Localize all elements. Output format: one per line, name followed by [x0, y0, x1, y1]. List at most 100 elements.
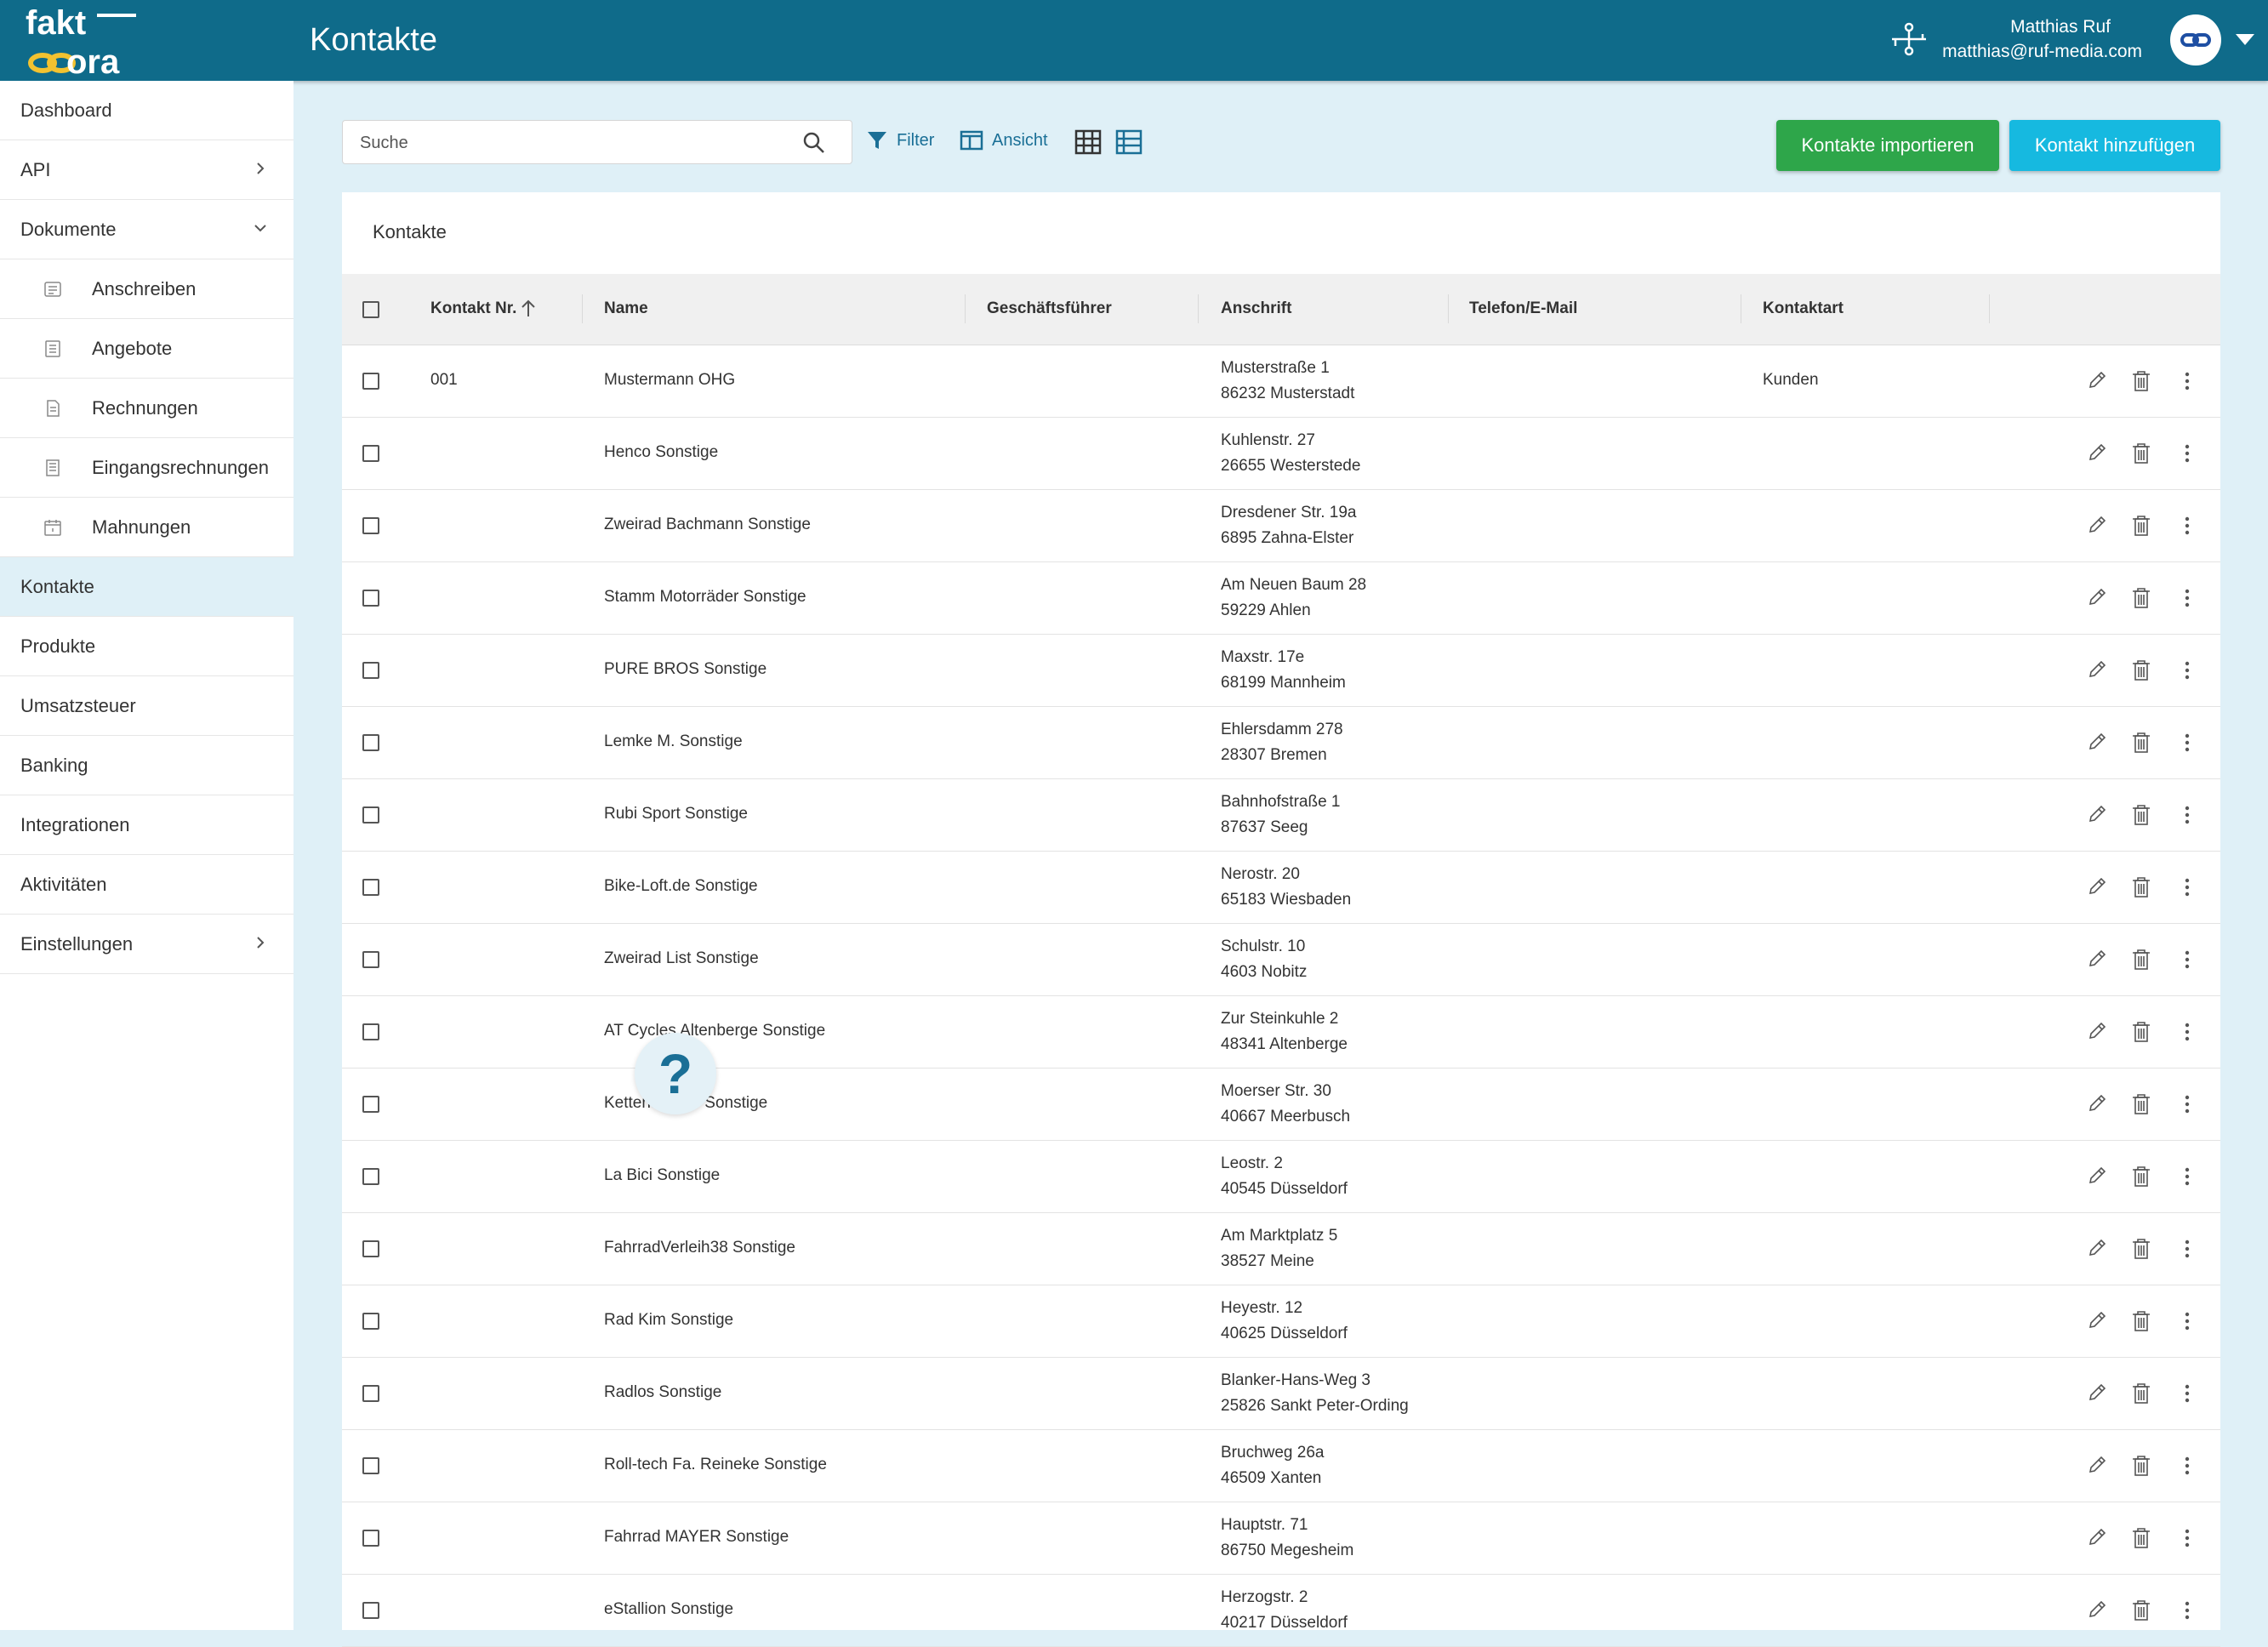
column-header-kontaktart[interactable]: Kontaktart: [1763, 299, 1843, 318]
table-row[interactable]: FahrradVerleih38 Sonstige Am Marktplatz 5…: [342, 1213, 2220, 1285]
edit-pencil-icon[interactable]: [2086, 658, 2108, 682]
table-row[interactable]: Roll-tech Fa. Reineke Sonstige Bruchweg 2…: [342, 1430, 2220, 1502]
more-vertical-icon[interactable]: [2176, 1454, 2198, 1478]
delete-trash-icon[interactable]: [2130, 1309, 2152, 1333]
table-row[interactable]: Henco Sonstige Kuhlenstr. 27 26655 Westers…: [342, 418, 2220, 490]
more-vertical-icon[interactable]: [2176, 803, 2198, 827]
sidebar-item-dashboard[interactable]: Dashboard: [0, 81, 293, 140]
sidebar-item-kontakte[interactable]: Kontakte: [0, 557, 293, 617]
table-row[interactable]: Zweirad Bachmann Sonstige Dresdener Str. …: [342, 490, 2220, 562]
delete-trash-icon[interactable]: [2130, 1526, 2152, 1550]
sidebar-item-dokumente[interactable]: Dokumente: [0, 200, 293, 259]
delete-trash-icon[interactable]: [2130, 803, 2152, 827]
delete-trash-icon[interactable]: [2130, 658, 2152, 682]
column-header-telefon[interactable]: Telefon/E-Mail: [1469, 299, 1577, 318]
table-row[interactable]: Rad Kim Sonstige Heyestr. 12 40625 Düsseld…: [342, 1285, 2220, 1358]
view-button[interactable]: Ansicht: [960, 129, 1048, 151]
table-row[interactable]: Zweirad List Sonstige Schulstr. 10 4603 No…: [342, 924, 2220, 996]
delete-trash-icon[interactable]: [2130, 442, 2152, 465]
user-menu-caret-icon[interactable]: [2236, 34, 2254, 45]
row-checkbox[interactable]: [362, 1168, 379, 1185]
edit-pencil-icon[interactable]: [2086, 1454, 2108, 1478]
edit-pencil-icon[interactable]: [2086, 1599, 2108, 1622]
row-checkbox[interactable]: [362, 806, 379, 824]
more-vertical-icon[interactable]: [2176, 442, 2198, 465]
sidebar-item-api[interactable]: API: [0, 140, 293, 200]
sidebar-item-mahnungen[interactable]: Mahnungen: [0, 498, 293, 557]
delete-trash-icon[interactable]: [2130, 586, 2152, 610]
more-vertical-icon[interactable]: [2176, 658, 2198, 682]
table-row[interactable]: eStallion Sonstige Herzogstr. 2 40217 Düss…: [342, 1575, 2220, 1647]
more-vertical-icon[interactable]: [2176, 1165, 2198, 1188]
sidebar-item-angebote[interactable]: Angebote: [0, 319, 293, 379]
delete-trash-icon[interactable]: [2130, 1092, 2152, 1116]
select-all-checkbox[interactable]: [362, 301, 379, 318]
row-checkbox[interactable]: [362, 373, 379, 390]
edit-pencil-icon[interactable]: [2086, 731, 2108, 755]
search-icon[interactable]: [802, 131, 826, 155]
edit-pencil-icon[interactable]: [2086, 1092, 2108, 1116]
delete-trash-icon[interactable]: [2130, 1020, 2152, 1044]
more-vertical-icon[interactable]: [2176, 369, 2198, 393]
sidebar-item-produkte[interactable]: Produkte: [0, 617, 293, 676]
more-vertical-icon[interactable]: [2176, 1526, 2198, 1550]
search-input[interactable]: [358, 129, 787, 157]
grid-view-icon[interactable]: [1074, 129, 1102, 155]
more-vertical-icon[interactable]: [2176, 1020, 2198, 1044]
network-icon[interactable]: [1889, 22, 1929, 56]
edit-pencil-icon[interactable]: [2086, 803, 2108, 827]
edit-pencil-icon[interactable]: [2086, 586, 2108, 610]
more-vertical-icon[interactable]: [2176, 514, 2198, 538]
row-checkbox[interactable]: [362, 1023, 379, 1040]
list-view-icon[interactable]: [1115, 129, 1143, 155]
row-checkbox[interactable]: [362, 590, 379, 607]
more-vertical-icon[interactable]: [2176, 1092, 2198, 1116]
row-checkbox[interactable]: [362, 951, 379, 968]
sidebar-item-banking[interactable]: Banking: [0, 736, 293, 795]
sidebar-item-einstellungen[interactable]: Einstellungen: [0, 915, 293, 974]
row-checkbox[interactable]: [362, 1313, 379, 1330]
more-vertical-icon[interactable]: [2176, 731, 2198, 755]
sidebar-item-umsatzsteuer[interactable]: Umsatzsteuer: [0, 676, 293, 736]
edit-pencil-icon[interactable]: [2086, 875, 2108, 899]
row-checkbox[interactable]: [362, 1096, 379, 1113]
table-row[interactable]: AT Cycles Altenberge Sonstige Zur Steinku…: [342, 996, 2220, 1069]
table-row[interactable]: Lemke M. Sonstige Ehlersdamm 278 28307 Bre…: [342, 707, 2220, 779]
table-row[interactable]: Radlos Sonstige Blanker-Hans-Weg 3 25826 S…: [342, 1358, 2220, 1430]
filter-button[interactable]: Filter: [866, 129, 934, 151]
table-row[interactable]: La Bici Sonstige Leostr. 2 40545 Düsseldor…: [342, 1141, 2220, 1213]
delete-trash-icon[interactable]: [2130, 948, 2152, 972]
more-vertical-icon[interactable]: [2176, 586, 2198, 610]
edit-pencil-icon[interactable]: [2086, 514, 2108, 538]
more-vertical-icon[interactable]: [2176, 948, 2198, 972]
more-vertical-icon[interactable]: [2176, 875, 2198, 899]
sort-ascending-icon[interactable]: [519, 298, 538, 318]
edit-pencil-icon[interactable]: [2086, 1382, 2108, 1405]
sidebar-item-integrationen[interactable]: Integrationen: [0, 795, 293, 855]
table-row[interactable]: Fahrrad MAYER Sonstige Hauptstr. 71 86750 …: [342, 1502, 2220, 1575]
sidebar-item-rechnungen[interactable]: Rechnungen: [0, 379, 293, 438]
row-checkbox[interactable]: [362, 517, 379, 534]
delete-trash-icon[interactable]: [2130, 1454, 2152, 1478]
row-checkbox[interactable]: [362, 1240, 379, 1257]
row-checkbox[interactable]: [362, 879, 379, 896]
sidebar-item-eingangsrechnungen[interactable]: Eingangsrechnungen: [0, 438, 293, 498]
more-vertical-icon[interactable]: [2176, 1599, 2198, 1622]
row-checkbox[interactable]: [362, 445, 379, 462]
row-checkbox[interactable]: [362, 1385, 379, 1402]
delete-trash-icon[interactable]: [2130, 875, 2152, 899]
row-checkbox[interactable]: [362, 734, 379, 751]
column-header-name[interactable]: Name: [604, 299, 648, 318]
table-row[interactable]: PURE BROS Sonstige Maxstr. 17e 68199 Mannh…: [342, 635, 2220, 707]
table-row[interactable]: Bike-Loft.de Sonstige Nerostr. 20 65183 Wi…: [342, 852, 2220, 924]
more-vertical-icon[interactable]: [2176, 1309, 2198, 1333]
delete-trash-icon[interactable]: [2130, 731, 2152, 755]
import-contacts-button[interactable]: Kontakte importieren: [1776, 120, 1999, 171]
column-header-nr[interactable]: Kontakt Nr.: [430, 299, 516, 318]
edit-pencil-icon[interactable]: [2086, 1526, 2108, 1550]
edit-pencil-icon[interactable]: [2086, 1165, 2108, 1188]
delete-trash-icon[interactable]: [2130, 1382, 2152, 1405]
avatar[interactable]: [2170, 14, 2221, 66]
delete-trash-icon[interactable]: [2130, 369, 2152, 393]
edit-pencil-icon[interactable]: [2086, 1020, 2108, 1044]
